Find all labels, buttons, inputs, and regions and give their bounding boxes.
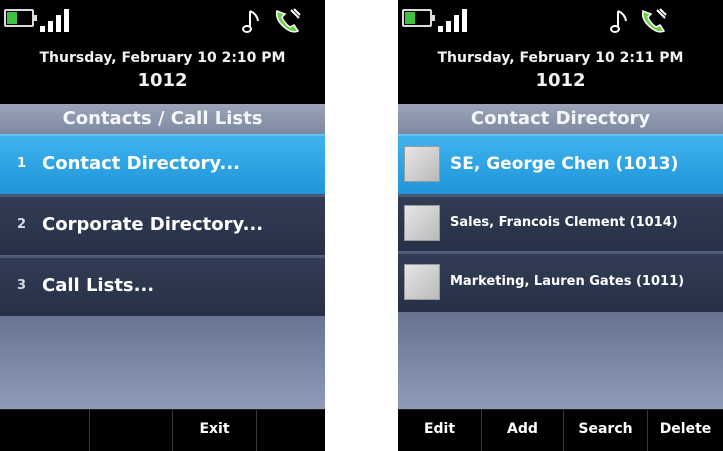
contact-avatar	[404, 205, 440, 241]
menu-item-corporate-directory[interactable]: 2 Corporate Directory...	[0, 195, 325, 255]
header: Thursday, February 10 2:10 PM 1012	[0, 44, 325, 104]
softkey-2[interactable]	[90, 410, 173, 451]
status-bar	[398, 0, 723, 44]
contact-item-francois-clement[interactable]: Sales, Francois Clement (1014)	[398, 195, 723, 251]
contact-name: Marketing, Lauren Gates (1011)	[450, 274, 685, 289]
music-note-icon	[242, 10, 259, 33]
edit-softkey[interactable]: Edit	[398, 410, 482, 451]
menu-item-label: Contact Directory...	[42, 153, 240, 174]
signal-bars-icon	[436, 8, 476, 32]
datetime: Thursday, February 10 2:10 PM	[39, 50, 286, 66]
menu-item-contact-directory[interactable]: 1 Contact Directory...	[0, 134, 325, 194]
menu-item-label: Call Lists...	[42, 275, 155, 296]
signal-bars-icon	[38, 8, 78, 32]
menu-list: 1 Contact Directory... 2 Corporate Direc…	[0, 134, 325, 410]
search-softkey[interactable]: Search	[564, 410, 648, 451]
contact-name: Sales, Francois Clement (1014)	[450, 215, 678, 230]
battery-icon	[4, 9, 37, 27]
contact-avatar	[404, 146, 440, 182]
contact-item-george-chen[interactable]: SE, George Chen (1013)	[398, 134, 723, 194]
contact-avatar	[404, 264, 440, 300]
music-note-icon	[610, 10, 627, 33]
screen-title: Contacts / Call Lists	[0, 104, 325, 134]
menu-item-number: 3	[17, 278, 27, 293]
exit-softkey[interactable]: Exit	[173, 410, 257, 451]
add-softkey[interactable]: Add	[482, 410, 564, 451]
contact-item-lauren-gates[interactable]: Marketing, Lauren Gates (1011)	[398, 252, 723, 312]
status-bar	[0, 0, 325, 44]
battery-icon	[402, 9, 435, 27]
delete-softkey[interactable]: Delete	[648, 410, 723, 451]
extension-number: 1012	[535, 70, 586, 91]
contact-name: SE, George Chen (1013)	[450, 154, 679, 174]
header: Thursday, February 10 2:11 PM 1012	[398, 44, 723, 104]
phone-screen-contacts-menu: Thursday, February 10 2:10 PM 1012 Conta…	[0, 0, 325, 451]
menu-item-label: Corporate Directory...	[42, 214, 264, 235]
handset-icon	[275, 8, 301, 33]
menu-item-call-lists[interactable]: 3 Call Lists...	[0, 256, 325, 316]
softkey-4[interactable]	[257, 410, 325, 451]
phone-screen-contact-directory: Thursday, February 10 2:11 PM 1012 Conta…	[398, 0, 723, 451]
menu-item-number: 1	[17, 156, 27, 171]
softkey-1[interactable]	[0, 410, 90, 451]
softkey-bar: Exit	[0, 409, 325, 451]
contact-list: SE, George Chen (1013) Sales, Francois C…	[398, 134, 723, 410]
extension-number: 1012	[137, 70, 188, 91]
softkey-bar: Edit Add Search Delete	[398, 409, 723, 451]
handset-icon	[641, 8, 667, 33]
screen-title: Contact Directory	[398, 104, 723, 134]
datetime: Thursday, February 10 2:11 PM	[437, 50, 684, 66]
menu-item-number: 2	[17, 217, 27, 232]
